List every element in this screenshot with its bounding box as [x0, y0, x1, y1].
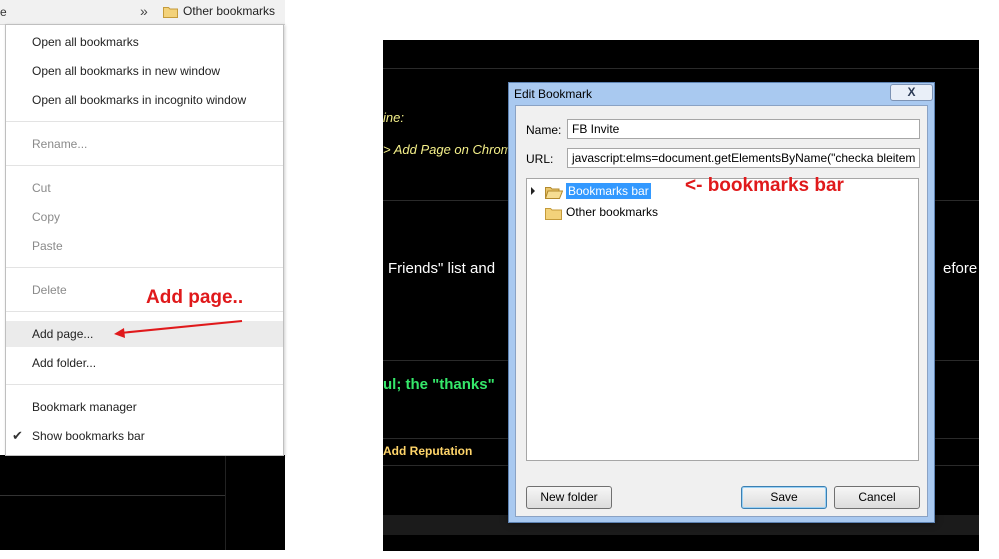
name-input[interactable]: FB Invite [567, 119, 920, 139]
cancel-button[interactable]: Cancel [834, 486, 920, 509]
menu-item-bookmark-manager[interactable]: Bookmark manager [6, 394, 283, 420]
annotation-arrow-icon [114, 320, 243, 338]
checkmark-icon: ✔ [12, 428, 23, 443]
page-text: efore p [943, 260, 979, 277]
tree-item-label: Bookmarks bar [566, 183, 651, 199]
menu-item-paste[interactable]: Paste [6, 233, 283, 259]
edit-bookmark-dialog: Edit Bookmark X Name: FB Invite URL: jav… [508, 82, 935, 523]
bookmarks-context-menu: Open all bookmarks Open all bookmarks in… [5, 24, 284, 456]
divider [0, 495, 225, 496]
menu-item-open-all-new-window[interactable]: Open all bookmarks in new window [6, 58, 283, 84]
menu-separator [6, 165, 283, 166]
other-bookmarks-button[interactable]: Other bookmarks [163, 4, 275, 18]
dialog-body: Name: FB Invite URL: javascript:elms=doc… [515, 105, 928, 517]
url-label: URL: [526, 152, 554, 166]
open-folder-icon [545, 186, 563, 199]
menu-separator [6, 311, 283, 312]
page-text: Friends" list and [388, 260, 496, 277]
close-icon: X [907, 85, 916, 99]
name-label: Name: [526, 123, 562, 137]
menu-item-open-all-incognito[interactable]: Open all bookmarks in incognito window [6, 87, 283, 113]
annotation-add-page: Add page.. [146, 287, 244, 308]
new-folder-button[interactable]: New folder [526, 486, 612, 509]
save-button[interactable]: Save [741, 486, 827, 509]
menu-separator [6, 267, 283, 268]
other-bookmarks-label: Other bookmarks [183, 4, 276, 18]
menu-item-show-bookmarks-bar[interactable]: ✔ Show bookmarks bar [6, 423, 283, 449]
menu-separator [6, 384, 283, 385]
dialog-title: Edit Bookmark [514, 87, 593, 101]
divider [225, 455, 226, 550]
cut-off-bookmark-label[interactable]: e [0, 5, 7, 19]
divider [383, 68, 979, 69]
page-text: > Add Page on Chrom [383, 142, 512, 157]
menu-separator [6, 121, 283, 122]
close-button[interactable]: X [890, 84, 933, 101]
menu-item-add-folder[interactable]: Add folder... [6, 350, 283, 376]
page-text: ul; the "thanks" [383, 376, 495, 393]
expand-arrow-icon[interactable] [531, 187, 535, 195]
menu-item-rename[interactable]: Rename... [6, 131, 283, 157]
folder-icon [163, 6, 178, 18]
dialog-titlebar[interactable]: Edit Bookmark X [509, 83, 934, 104]
tree-item-bookmarks-bar[interactable]: Bookmarks bar [545, 183, 651, 199]
folder-tree: Bookmarks bar Other bookmarks [526, 178, 919, 461]
menu-item-cut[interactable]: Cut [6, 175, 283, 201]
folder-icon [545, 207, 562, 220]
page-text: ine: [383, 110, 404, 125]
url-input[interactable]: javascript:elms=document.getElementsByNa… [567, 148, 920, 168]
tree-item-other-bookmarks[interactable]: Other bookmarks [545, 205, 659, 220]
menu-item-copy[interactable]: Copy [6, 204, 283, 230]
annotation-bookmarks-bar: <- bookmarks bar [685, 175, 844, 196]
bookmarks-bar: e » Other bookmarks [0, 0, 285, 25]
background-page-left [0, 455, 285, 550]
menu-item-label: Show bookmarks bar [32, 429, 145, 443]
add-reputation-link[interactable]: Add Reputation [383, 444, 472, 458]
tree-item-label: Other bookmarks [566, 205, 659, 219]
menu-item-open-all[interactable]: Open all bookmarks [6, 29, 283, 55]
overflow-chevron-icon[interactable]: » [140, 3, 148, 19]
